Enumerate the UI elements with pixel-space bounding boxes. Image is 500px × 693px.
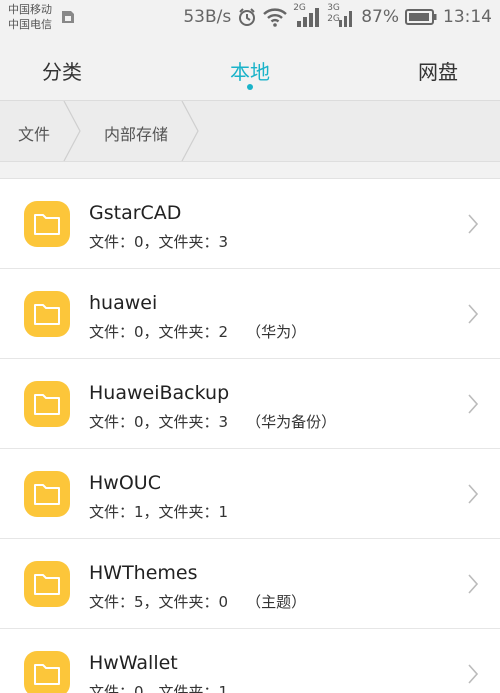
- folder-icon: [24, 291, 70, 337]
- signal-icon: [297, 8, 320, 27]
- folder-meta: 文件：1，文件夹：1: [89, 501, 246, 522]
- carrier-2: 中国电信: [8, 18, 52, 31]
- chevron-right-icon: [468, 664, 479, 684]
- folder-counts: 文件：5，文件夹：0: [89, 593, 229, 611]
- folder-name: huawei: [89, 292, 158, 314]
- folder-name: HwOUC: [89, 472, 161, 494]
- folder-note: （华为）: [246, 323, 307, 341]
- breadcrumb: 文件 内部存储: [0, 101, 500, 162]
- list-item[interactable]: HwWallet 文件：0，文件夹：1: [0, 629, 500, 693]
- chevron-right-icon: [468, 214, 479, 234]
- chevron-right-icon: [468, 574, 479, 594]
- folder-meta: 文件：0，文件夹：3: [89, 231, 246, 252]
- carrier-1: 中国移动: [8, 3, 52, 16]
- folder-meta: 文件：5，文件夹：0 （主题）: [89, 591, 306, 612]
- folder-counts: 文件：0，文件夹：3: [89, 413, 229, 431]
- folder-icon: [24, 471, 70, 517]
- signal-icon: [339, 11, 353, 27]
- tab-local[interactable]: 本地: [230, 56, 270, 85]
- list-item[interactable]: GstarCAD 文件：0，文件夹：3: [0, 179, 500, 269]
- net-speed: 53B/s: [183, 7, 232, 27]
- list-item[interactable]: HwOUC 文件：1，文件夹：1: [0, 449, 500, 539]
- battery-percent: 87%: [361, 7, 399, 27]
- folder-meta: 文件：0，文件夹：3 （华为备份）: [89, 411, 336, 432]
- status-right: 53B/s 2G 3G 2G 87% 13:14: [183, 3, 492, 28]
- list-item[interactable]: HWThemes 文件：5，文件夹：0 （主题）: [0, 539, 500, 629]
- folder-icon: [24, 561, 70, 607]
- folder-counts: 文件：0，文件夹：3: [89, 233, 229, 251]
- tab-bar: 分类 本地 网盘: [0, 34, 500, 101]
- folder-counts: 文件：1，文件夹：1: [89, 503, 229, 521]
- status-bar: 中国移动 中国电信 53B/s 2G 3G 2G 87% 13:14: [0, 0, 500, 34]
- alarm-icon: [239, 8, 256, 26]
- folder-name: HuaweiBackup: [89, 382, 230, 404]
- folder-icon: [24, 201, 70, 247]
- folder-note: （主题）: [246, 593, 307, 611]
- list-item[interactable]: huawei 文件：0，文件夹：2 （华为）: [0, 269, 500, 359]
- active-tab-indicator: [247, 84, 253, 90]
- breadcrumb-separator-icon: [63, 101, 81, 161]
- breadcrumb-files[interactable]: 文件: [18, 121, 50, 145]
- wifi-icon: [263, 8, 288, 27]
- battery-icon: [405, 9, 437, 25]
- folder-meta: 文件：0，文件夹：2 （华为）: [89, 321, 306, 342]
- folder-name: GstarCAD: [89, 202, 182, 224]
- tab-categories[interactable]: 分类: [42, 56, 82, 85]
- signal-1: 2G: [293, 3, 321, 28]
- sim-icon: [62, 11, 74, 23]
- chevron-right-icon: [468, 304, 479, 324]
- breadcrumb-internal-storage[interactable]: 内部存储: [104, 121, 168, 145]
- folder-note: （华为备份）: [246, 413, 337, 431]
- folder-counts: 文件：0，文件夹：2: [89, 323, 229, 341]
- list-item[interactable]: HuaweiBackup 文件：0，文件夹：3 （华为备份）: [0, 359, 500, 449]
- folder-meta: 文件：0，文件夹：1: [89, 681, 246, 693]
- signal-2: 3G 2G: [327, 3, 355, 28]
- carrier-info: 中国移动 中国电信: [8, 2, 52, 32]
- chevron-right-icon: [468, 394, 479, 414]
- folder-list: GstarCAD 文件：0，文件夹：3 huawei 文件：0，文件夹：2 （华为…: [0, 178, 500, 693]
- breadcrumb-separator-icon: [181, 101, 199, 161]
- clock: 13:14: [443, 7, 492, 27]
- folder-icon: [24, 651, 70, 693]
- chevron-right-icon: [468, 484, 479, 504]
- tab-cloud-drive[interactable]: 网盘: [418, 56, 458, 85]
- folder-icon: [24, 381, 70, 427]
- folder-name: HWThemes: [89, 562, 198, 584]
- folder-name: HwWallet: [89, 652, 178, 674]
